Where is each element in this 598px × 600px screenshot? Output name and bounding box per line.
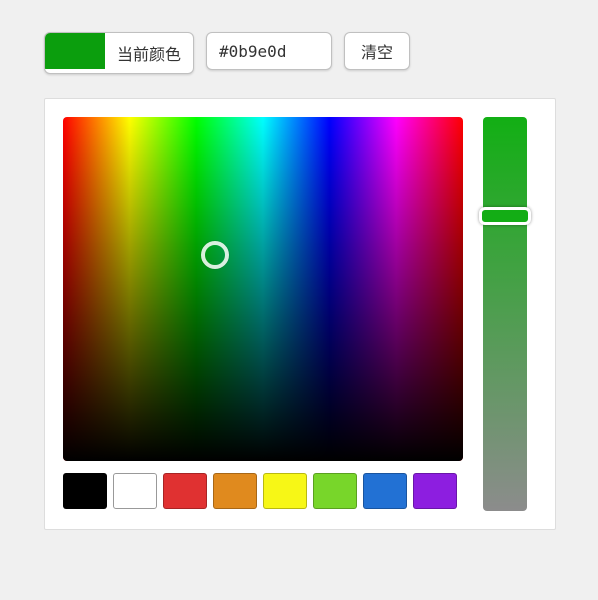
preset-swatch[interactable]: [63, 473, 107, 509]
clear-button[interactable]: 清空: [344, 32, 410, 70]
lightness-track: [483, 117, 527, 511]
lightness-slider[interactable]: [483, 117, 527, 511]
current-color-label: 当前颜色: [105, 33, 193, 73]
current-color-display: 当前颜色: [44, 32, 194, 74]
dark-gradient-layer: [63, 117, 463, 461]
hue-saturation-area[interactable]: [63, 117, 463, 461]
preset-swatch[interactable]: [213, 473, 257, 509]
preset-swatch[interactable]: [413, 473, 457, 509]
color-picker-panel: [44, 98, 556, 530]
picker-left-column: [63, 117, 463, 511]
preset-swatch[interactable]: [363, 473, 407, 509]
preset-swatch[interactable]: [313, 473, 357, 509]
preset-swatch[interactable]: [113, 473, 157, 509]
lightness-handle[interactable]: [479, 207, 531, 225]
gradient-cursor-ring[interactable]: [201, 241, 229, 269]
preset-swatch[interactable]: [163, 473, 207, 509]
preset-colors-row: [63, 473, 463, 509]
top-controls: 当前颜色 清空: [44, 32, 554, 74]
preset-swatch[interactable]: [263, 473, 307, 509]
hex-input[interactable]: [206, 32, 332, 70]
current-color-swatch: [45, 33, 105, 69]
